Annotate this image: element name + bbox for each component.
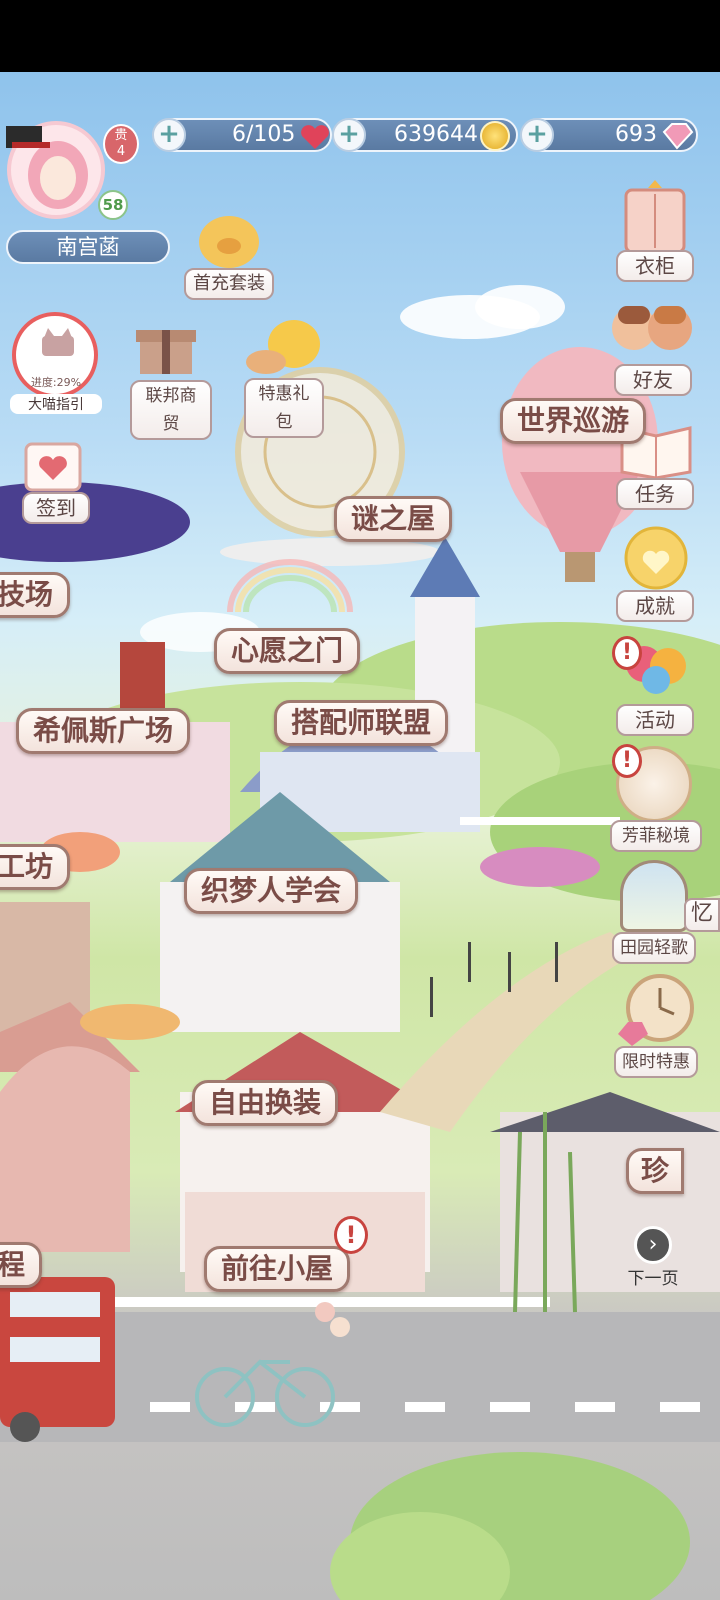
location-cheng[interactable]: 程 [0, 1242, 43, 1288]
pastoral-label: 田园轻歌 [612, 932, 696, 964]
coins-value: 639644 [394, 122, 478, 147]
cat-icon [42, 328, 74, 356]
activities-label: 活动 [616, 704, 694, 736]
limited-sale-button[interactable]: 限时特惠 [612, 974, 700, 1078]
sign-in-button[interactable]: 签到 [22, 440, 92, 524]
achievements-button[interactable]: 成就 [616, 526, 696, 622]
location-go-home[interactable]: 前往小屋 [204, 1246, 351, 1292]
chick-icon [246, 320, 320, 374]
fangfei-button[interactable]: ! 芳菲秘境 [608, 744, 704, 852]
sign-in-label: 签到 [22, 492, 90, 524]
achievements-label: 成就 [616, 590, 694, 622]
friends-label: 好友 [614, 364, 692, 396]
activities-alert-icon: ! [612, 636, 642, 670]
avatar-portrait [6, 121, 105, 219]
game-map[interactable]: 贵 4 58 南宫菡 + 6/105 + 639644 + 693 首充套装 进… [0, 72, 720, 1600]
friends-icon [612, 306, 692, 350]
special-pack-button[interactable]: 特惠礼包 [244, 318, 324, 438]
location-wish-gate[interactable]: 心愿之门 [214, 628, 361, 674]
swan-icon [620, 860, 688, 932]
guide-label: 大喵指引 [10, 394, 102, 414]
friends-button[interactable]: 好友 [606, 298, 698, 396]
location-workshop[interactable]: 工坊 [0, 844, 71, 890]
location-dream-weaver[interactable]: 织梦人学会 [184, 868, 359, 914]
chevron-right-icon: › [634, 1226, 672, 1264]
player-avatar[interactable] [6, 120, 106, 220]
guide-button[interactable]: 进度:29% 大喵指引 [10, 312, 102, 416]
wardrobe-label: 衣柜 [616, 250, 694, 282]
medal-icon [624, 526, 688, 590]
tasks-label: 任务 [616, 478, 694, 510]
partial-label-yi[interactable]: 忆 [684, 898, 720, 932]
wardrobe-icon [624, 180, 686, 254]
wardrobe-button[interactable]: 衣柜 [616, 180, 696, 282]
first-recharge-label: 首充套装 [184, 268, 274, 300]
gift-box-icon [136, 330, 196, 374]
special-pack-label: 特惠礼包 [244, 378, 324, 438]
vip-badge: 贵 4 [103, 124, 139, 164]
location-hesperus-square[interactable]: 希佩斯广场 [16, 708, 191, 754]
go-home-alert-icon: ! [334, 1216, 368, 1254]
fangfei-alert-icon: ! [612, 744, 642, 778]
player-level: 58 [98, 190, 128, 220]
vip-level: 4 [116, 144, 126, 159]
location-mystery-house[interactable]: 谜之屋 [334, 496, 453, 542]
first-recharge-button[interactable]: 首充套装 [184, 208, 274, 300]
add-diamonds-button[interactable]: + [520, 118, 554, 152]
fangfei-label: 芳菲秘境 [610, 820, 702, 852]
player-name[interactable]: 南宫菡 [6, 230, 170, 264]
clock-icon [618, 974, 694, 1046]
diamonds-value: 693 [615, 122, 657, 147]
pig-icon [199, 216, 259, 268]
activities-button[interactable]: ! 活动 [610, 636, 700, 736]
coin-icon [480, 121, 510, 151]
heart-icon [301, 125, 329, 149]
next-page-label: 下一页 [627, 1269, 679, 1289]
add-coins-button[interactable]: + [332, 118, 366, 152]
federation-trade-label: 联邦商贸 [130, 380, 212, 440]
add-hearts-button[interactable]: + [152, 118, 186, 152]
hearts-value: 6/105 [232, 122, 296, 147]
location-free-dress[interactable]: 自由换装 [192, 1080, 339, 1126]
next-page-button[interactable]: › 下一页 [622, 1226, 684, 1289]
vip-label: 贵 [114, 128, 128, 143]
location-treasure[interactable]: 珍 [626, 1148, 685, 1194]
diamond-icon [662, 123, 694, 150]
location-world-tour[interactable]: 世界巡游 [500, 398, 647, 444]
limited-sale-label: 限时特惠 [614, 1046, 698, 1078]
calendar-heart-icon [24, 442, 82, 492]
location-arena[interactable]: 技场 [0, 572, 71, 618]
guide-progress: 进度:29% [30, 376, 82, 389]
location-stylist-alliance[interactable]: 搭配师联盟 [274, 700, 449, 746]
federation-trade-button[interactable]: 联邦商贸 [130, 316, 212, 440]
